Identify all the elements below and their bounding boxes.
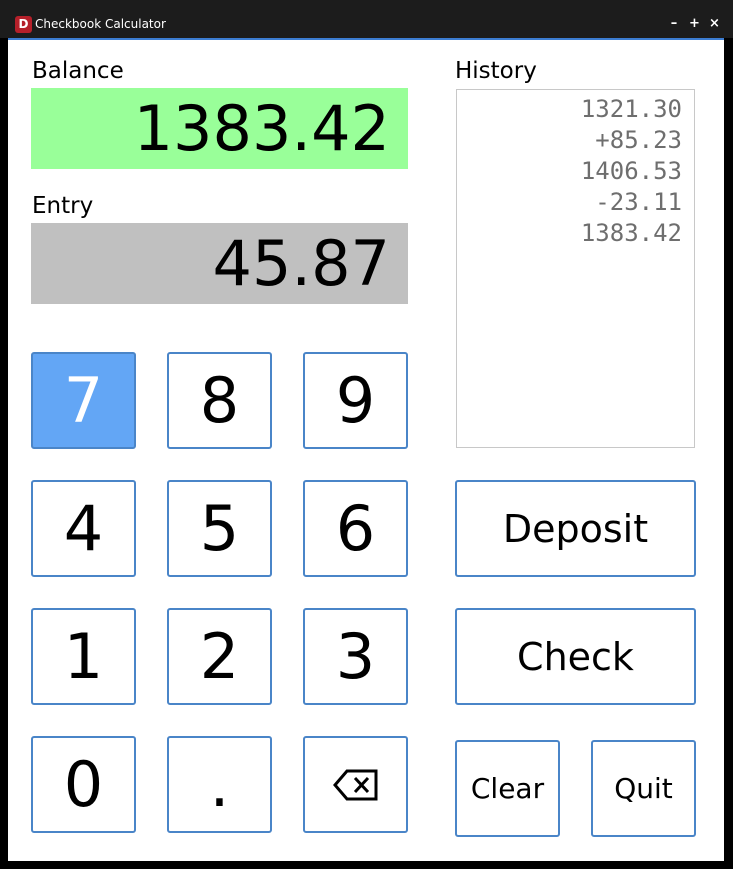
key-9-button[interactable]: 9: [303, 352, 408, 449]
key-4-button[interactable]: 4: [31, 480, 136, 577]
backspace-icon: [332, 769, 377, 800]
app-client-area: Balance 1383.42 Entry 45.87 History 1321…: [8, 40, 724, 861]
key-6-button[interactable]: 6: [303, 480, 408, 577]
key-5-button[interactable]: 5: [167, 480, 272, 577]
history-list[interactable]: 1321.30 +85.23 1406.53 -23.11 1383.42: [456, 89, 695, 448]
history-entry: +85.23: [595, 126, 682, 154]
check-button[interactable]: Check: [455, 608, 696, 705]
key-1-button[interactable]: 1: [31, 608, 136, 705]
entry-label: Entry: [32, 193, 94, 219]
quit-button[interactable]: Quit: [591, 740, 696, 837]
history-entry: -23.11: [595, 188, 682, 216]
close-icon[interactable]: ×: [709, 17, 720, 31]
decimal-point-button[interactable]: .: [167, 736, 272, 833]
history-entry: 1321.30: [580, 95, 682, 123]
window-title: Checkbook Calculator: [35, 17, 166, 31]
key-0-button[interactable]: 0: [31, 736, 136, 833]
clear-button[interactable]: Clear: [455, 740, 560, 837]
app-icon: D: [15, 16, 32, 33]
minimize-icon[interactable]: –: [669, 17, 679, 31]
backspace-button[interactable]: [303, 736, 408, 833]
entry-display: 45.87: [31, 223, 408, 304]
maximize-icon[interactable]: +: [689, 17, 700, 31]
history-entry: 1383.42: [580, 219, 682, 247]
key-8-button[interactable]: 8: [167, 352, 272, 449]
key-2-button[interactable]: 2: [167, 608, 272, 705]
balance-display: 1383.42: [31, 88, 408, 169]
history-label: History: [455, 58, 537, 84]
key-7-button[interactable]: 7: [31, 352, 136, 449]
history-entry: 1406.53: [580, 157, 682, 185]
title-bar: D Checkbook Calculator – + ×: [0, 0, 733, 38]
deposit-button[interactable]: Deposit: [455, 480, 696, 577]
balance-label: Balance: [32, 58, 124, 84]
key-3-button[interactable]: 3: [303, 608, 408, 705]
